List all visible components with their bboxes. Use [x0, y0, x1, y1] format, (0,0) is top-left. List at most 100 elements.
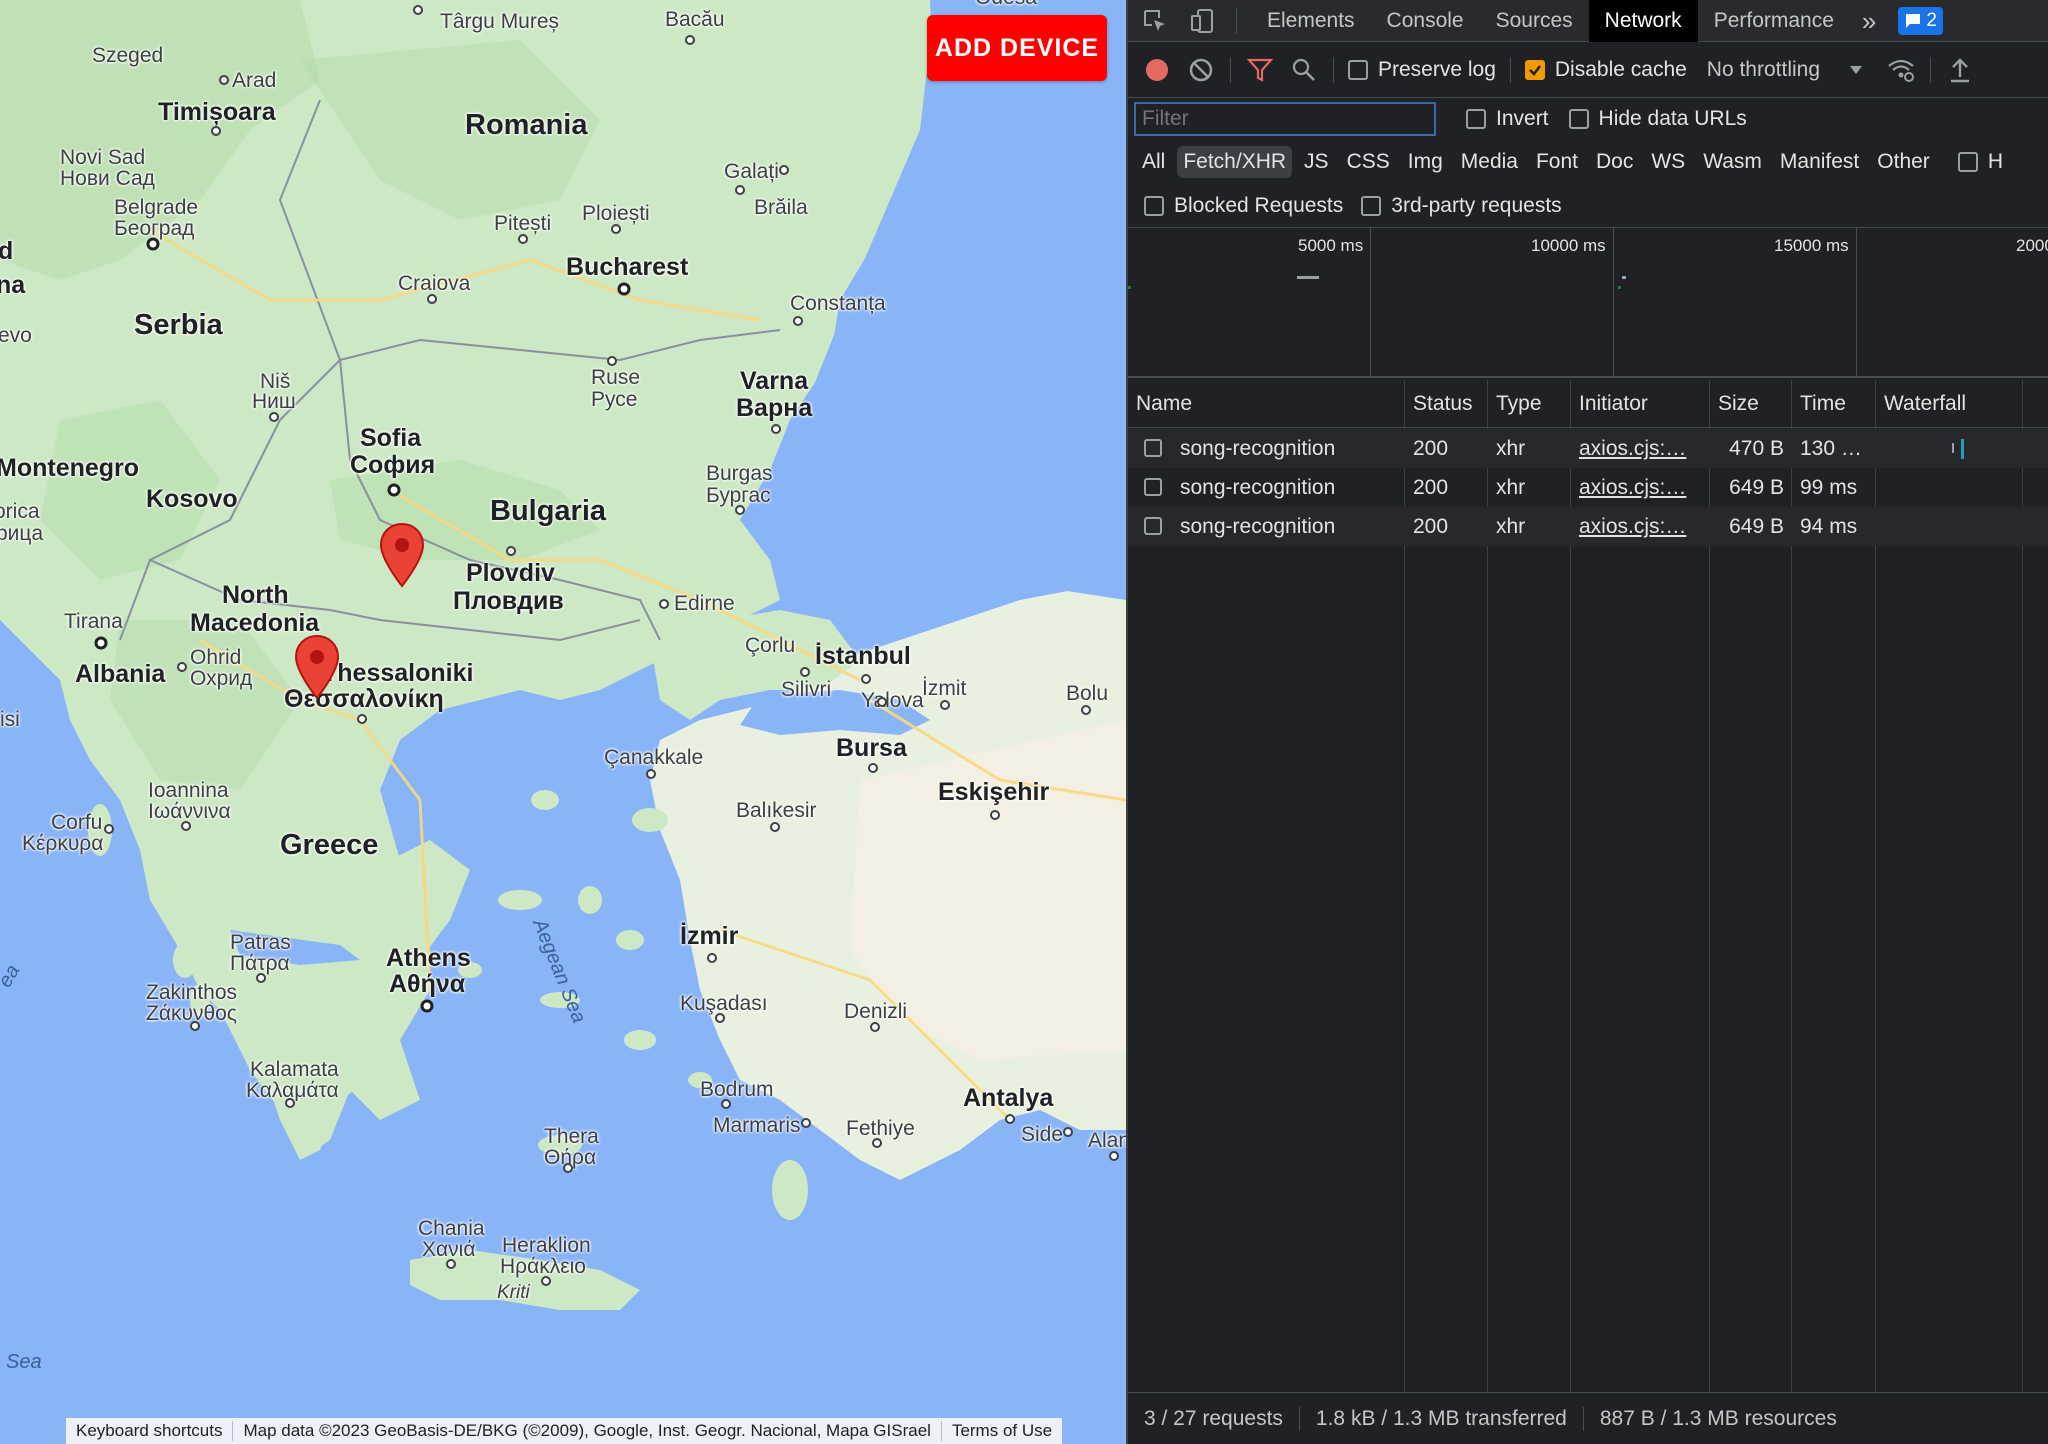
type-font[interactable]: Font [1530, 146, 1584, 178]
row-checkbox[interactable] [1144, 478, 1162, 496]
disable-cache-checkbox[interactable] [1524, 59, 1545, 80]
cell-initiator[interactable]: axios.cjs:… [1571, 429, 1707, 468]
column-header-waterfall[interactable]: Waterfall [1876, 380, 2023, 428]
has-blocked-cookies-checkbox[interactable] [1957, 152, 1978, 172]
cell-initiator[interactable]: axios.cjs:… [1571, 507, 1707, 546]
label-eskisehir: Eskişehir [938, 778, 1050, 806]
more-tabs-icon[interactable]: » [1850, 0, 1888, 42]
tab-elements[interactable]: Elements [1251, 0, 1371, 42]
type-js[interactable]: JS [1298, 146, 1335, 178]
column-header-status[interactable]: Status [1405, 380, 1488, 428]
thessaloniki-dot [357, 714, 367, 724]
bolu-dot [1081, 705, 1091, 715]
label-craiova: Craiova [398, 272, 471, 295]
row-checkbox[interactable] [1144, 439, 1162, 457]
table-row[interactable]: song-recognition 200 xhr axios.cjs:… 649… [1128, 507, 2048, 546]
label-edge-isi: isi [0, 708, 20, 731]
bacau-dot [685, 35, 695, 45]
row-checkbox[interactable] [1144, 517, 1162, 535]
type-wasm[interactable]: Wasm [1697, 146, 1768, 178]
timisoara-dot [211, 126, 221, 136]
chevron-down-icon[interactable] [1848, 62, 1864, 78]
label-izmit: İzmit [922, 677, 967, 700]
network-overview[interactable]: 5000 ms 10000 ms 15000 ms 2000 [1128, 228, 2048, 378]
cell-size: 470 B [1729, 437, 1784, 460]
label-ruse-cyr: Русе [591, 388, 638, 411]
overview-gridline [1370, 228, 1371, 378]
column-header-initiator[interactable]: Initiator [1571, 380, 1710, 428]
network-toolbar: Preserve log Disable cache No throttling [1128, 42, 2048, 98]
terms-of-use-link[interactable]: Terms of Use [942, 1421, 1062, 1441]
filter-icon[interactable] [1245, 55, 1275, 85]
type-manifest[interactable]: Manifest [1774, 146, 1865, 178]
type-other[interactable]: Other [1871, 146, 1936, 178]
device-marker-bulgaria[interactable] [378, 522, 426, 588]
type-all[interactable]: All [1136, 146, 1171, 178]
label-varna-cyr: Варна [736, 394, 813, 422]
filter-input[interactable] [1134, 102, 1436, 136]
label-burgas-cyr: Бургас [706, 484, 771, 507]
label-zakinthos: Zakinthos [146, 981, 238, 1004]
type-media[interactable]: Media [1455, 146, 1524, 178]
type-doc[interactable]: Doc [1590, 146, 1639, 178]
tab-sources[interactable]: Sources [1480, 0, 1589, 42]
type-img[interactable]: Img [1402, 146, 1449, 178]
cell-initiator[interactable]: axios.cjs:… [1571, 468, 1707, 507]
label-ioannina: Ioannina [148, 779, 229, 802]
hide-data-urls-checkbox[interactable] [1568, 109, 1589, 129]
issues-badge[interactable]: 2 [1898, 6, 1943, 35]
device-marker-greece[interactable] [293, 634, 341, 700]
column-header-time[interactable]: Time [1792, 380, 1876, 428]
cell-name: song-recognition [1180, 476, 1336, 499]
keyboard-shortcuts-link[interactable]: Keyboard shortcuts [66, 1421, 234, 1441]
izmir-dot [707, 953, 717, 963]
label-chania: Chania [418, 1217, 485, 1240]
record-icon[interactable] [1142, 55, 1172, 85]
message-icon [1906, 13, 1921, 28]
denizli-dot [870, 1022, 880, 1032]
invert-checkbox[interactable] [1466, 109, 1486, 129]
label-kriti: Kriti [497, 1282, 530, 1303]
column-header-size[interactable]: Size [1710, 380, 1792, 428]
edirne-dot [659, 599, 669, 609]
throttling-select[interactable]: No throttling [1707, 58, 1820, 82]
map-attribution: Keyboard shortcuts Map data ©2023 GeoBas… [66, 1418, 1063, 1444]
label-kosovo: Kosovo [146, 485, 238, 513]
third-party-checkbox[interactable] [1361, 195, 1382, 216]
sofia-dot [387, 483, 401, 497]
tab-console[interactable]: Console [1371, 0, 1480, 42]
search-icon[interactable] [1289, 55, 1319, 85]
tab-network[interactable]: Network [1588, 0, 1698, 42]
tab-performance[interactable]: Performance [1698, 0, 1850, 42]
inspect-element-icon[interactable] [1140, 6, 1170, 36]
cell-status: 200 [1413, 437, 1449, 460]
ioannina-dot [181, 821, 191, 831]
column-header-name[interactable]: Name [1128, 380, 1405, 428]
ohrid-dot [177, 662, 187, 672]
type-css[interactable]: CSS [1341, 146, 1396, 178]
add-device-button[interactable]: ADD DEVICE [927, 15, 1107, 81]
label-edge-rica: рица [0, 522, 44, 545]
cell-time: 99 ms [1800, 476, 1858, 499]
blocked-requests-checkbox[interactable] [1144, 195, 1164, 216]
burgas-dot [735, 505, 745, 515]
device-toolbar-icon[interactable] [1188, 6, 1218, 36]
label-chania-gr: Χανιά [422, 1238, 476, 1261]
preserve-log-checkbox[interactable] [1348, 59, 1368, 80]
clear-icon[interactable] [1186, 55, 1216, 85]
alanya-dot [1109, 1151, 1119, 1161]
network-conditions-icon[interactable] [1886, 55, 1916, 85]
overview-gridline [1856, 228, 1857, 378]
label-corfu-gr: Κέρκυρα [22, 832, 104, 855]
thera-dot [563, 1163, 573, 1173]
type-ws[interactable]: WS [1645, 146, 1691, 178]
column-header-type[interactable]: Type [1488, 380, 1571, 428]
belgrade-dot [146, 237, 160, 251]
import-har-icon[interactable] [1945, 55, 1975, 85]
map-view[interactable]: Romania Serbia Bulgaria Kosovo Montenegr… [0, 0, 1126, 1444]
label-edge-orica: orica [0, 500, 40, 523]
type-fetch-xhr[interactable]: Fetch/XHR [1177, 146, 1293, 178]
istanbul-dot [861, 674, 871, 684]
table-row[interactable]: song-recognition 200 xhr axios.cjs:… 649… [1128, 468, 2048, 507]
table-row[interactable]: song-recognition 200 xhr axios.cjs:… 470… [1128, 429, 2048, 468]
